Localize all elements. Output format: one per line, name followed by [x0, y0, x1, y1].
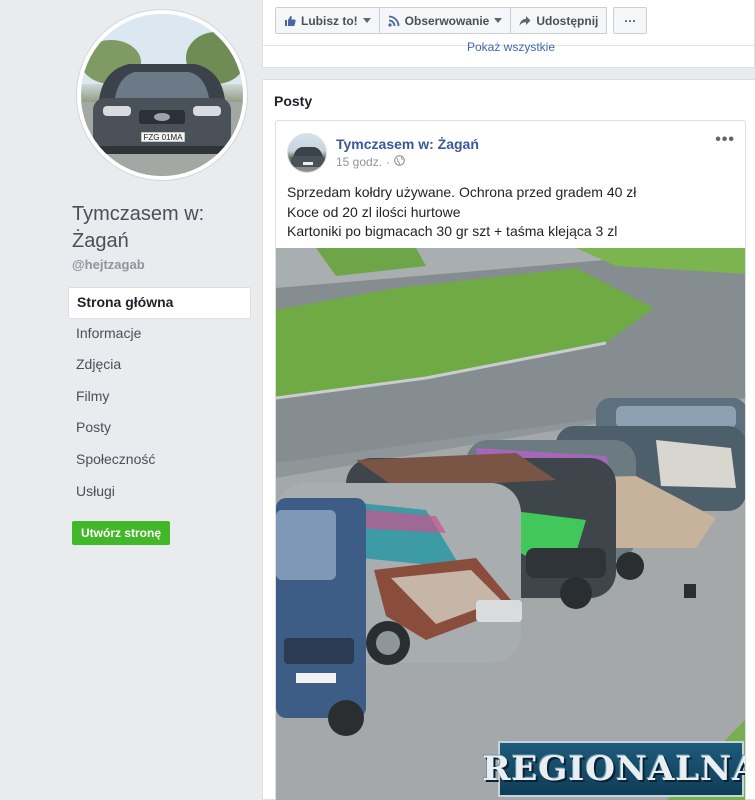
nav-item-info[interactable]: Informacje — [68, 319, 251, 351]
chevron-down-icon — [362, 18, 371, 23]
page-actions-card: Lubisz to! Obserwowanie Udostępnij ··· P… — [262, 0, 755, 68]
watermark-text: REGIONALNA — [482, 749, 746, 789]
nav-item-videos[interactable]: Filmy — [68, 382, 251, 414]
more-options-button[interactable]: ··· — [613, 7, 648, 34]
post-text-line: Sprzedam kołdry używane. Ochrona przed g… — [287, 184, 637, 200]
post-text-line: Koce od 20 zl ilości hurtowe — [287, 203, 461, 220]
rss-icon — [388, 15, 400, 27]
nav-item-photos[interactable]: Zdjęcia — [68, 350, 251, 382]
show-all-link[interactable]: Pokaż wszystkie — [467, 40, 555, 54]
posts-heading: Posty — [274, 93, 313, 109]
nav-item-posts[interactable]: Posty — [68, 413, 251, 445]
post-author-link[interactable]: Tymczasem w: Żagań — [336, 136, 479, 152]
watermark-logo: REGIONALNA — [482, 741, 745, 797]
like-label: Lubisz to! — [301, 13, 358, 28]
profile-picture[interactable]: FZG 01MA — [76, 9, 248, 181]
page-username[interactable]: @hejtzagab — [72, 257, 145, 272]
car-illustration: FZG 01MA — [81, 14, 243, 176]
chevron-down-icon — [494, 18, 503, 23]
share-label: Udostępnij — [536, 13, 599, 28]
nav-item-home[interactable]: Strona główna — [68, 287, 251, 319]
post-photo[interactable]: REGIONALNA — [276, 248, 745, 800]
share-button[interactable]: Udostępnij — [510, 7, 608, 34]
follow-label: Obserwowanie — [404, 13, 490, 28]
post-author-avatar[interactable] — [287, 133, 327, 173]
nav-item-services[interactable]: Usługi — [68, 477, 251, 509]
globe-icon — [394, 155, 405, 169]
like-button[interactable]: Lubisz to! — [275, 7, 380, 34]
post-text: Sprzedam kołdry używane. Ochrona przed g… — [287, 183, 636, 242]
share-arrow-icon — [519, 15, 531, 27]
post-timestamp: 15 godz. · — [336, 155, 405, 169]
post-options-button[interactable]: ••• — [715, 131, 735, 149]
post-card: Tymczasem w: Żagań 15 godz. · ••• Sprzed… — [275, 120, 746, 800]
thumbs-up-icon — [284, 15, 296, 27]
left-column: FZG 01MA Tymczasem w: Żagań @hejtzagab S… — [0, 0, 260, 800]
post-text-line: Kartoniki po bigmacach 30 gr szt + taśma… — [287, 223, 618, 239]
create-page-button[interactable]: Utwórz stronę — [72, 521, 171, 545]
follow-button[interactable]: Obserwowanie — [378, 7, 512, 34]
car-photo: FZG 01MA — [81, 14, 243, 176]
parked-cars-photo — [276, 248, 745, 800]
separator-dot: · — [386, 155, 391, 169]
post-time-text[interactable]: 15 godz. — [336, 155, 382, 169]
page-title: Tymczasem w: Żagań — [72, 203, 205, 252]
action-buttons: Lubisz to! Obserwowanie Udostępnij ··· — [275, 7, 648, 34]
license-plate-text: FZG 01MA — [143, 133, 183, 142]
nav-item-community[interactable]: Społeczność — [68, 445, 251, 477]
page-nav: Strona główna Informacje Zdjęcia Filmy P… — [68, 287, 251, 508]
posts-section: Posty Tymczasem w: Żagań 15 godz. · ••• … — [262, 79, 755, 800]
